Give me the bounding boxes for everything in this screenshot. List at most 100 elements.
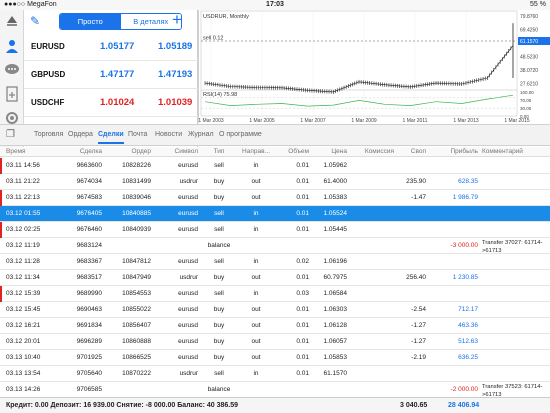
- table-row[interactable]: 03.12 20:01 9696289 10860888 eurusd buy out 0.…: [0, 334, 550, 350]
- cell-volume: 0.01: [296, 162, 309, 169]
- cell-dir: out: [251, 354, 261, 361]
- column-header-swap[interactable]: Своп: [398, 148, 426, 155]
- cell-profit: 628.35: [458, 178, 478, 185]
- table-row[interactable]: 03.12 15:39 9689990 10854553 eurusd sell in 0.…: [0, 286, 550, 302]
- cell-symbol: usdrur: [179, 178, 198, 185]
- cell-dir: out: [251, 178, 261, 185]
- price-chart[interactable]: USDRUR, Monthlysell 0.1279.876069.425058…: [199, 10, 550, 123]
- cell-symbol: eurusd: [178, 354, 198, 361]
- column-header-time[interactable]: Время: [6, 148, 56, 155]
- cell-deal: 9689990: [76, 290, 102, 297]
- cell-time: 03.11 14:56: [6, 162, 40, 169]
- tab-0[interactable]: Торговля: [34, 131, 63, 138]
- cell-swap: -1.27: [411, 322, 426, 329]
- cell-type: balance: [207, 386, 231, 393]
- summary-text: Кредит: 0.00 Депозит: 16 939.00 Снятие: …: [6, 402, 239, 409]
- chat-icon[interactable]: [3, 62, 21, 80]
- tab-3[interactable]: Почта: [128, 131, 147, 138]
- cell-order: 10828226: [122, 162, 151, 169]
- quote-row[interactable]: GBPUSD 1.47177 1.47193: [24, 61, 198, 89]
- quote-ask[interactable]: 1.05189: [158, 41, 192, 52]
- column-header-deal[interactable]: Сделка: [62, 148, 102, 155]
- tab-2[interactable]: Сделки: [98, 131, 124, 144]
- accounts-icon[interactable]: [3, 38, 21, 56]
- cell-volume: 0.01: [296, 210, 309, 217]
- cell-time: 03.12 15:45: [6, 306, 41, 313]
- cell-time: 03.13 10:40: [6, 354, 41, 361]
- x-tick-label: 1 Mar 2009: [351, 118, 377, 123]
- quote-row[interactable]: USDCHF 1.01024 1.01039: [24, 89, 198, 117]
- cell-volume: 0.01: [296, 322, 309, 329]
- commission-total: 3 040.65: [400, 402, 428, 409]
- table-row[interactable]: 03.12 16:21 9691834 10856407 eurusd buy out 0.…: [0, 318, 550, 334]
- cell-price: 61.4000: [323, 178, 348, 185]
- table-row[interactable]: 03.11 21:22 9674034 10831499 usdrur buy out 0.…: [0, 174, 550, 190]
- column-header-price[interactable]: Цена: [310, 148, 347, 155]
- cell-symbol: eurusd: [178, 306, 198, 313]
- cell-type: balance: [207, 242, 231, 249]
- quote-bid[interactable]: 1.05177: [100, 41, 134, 52]
- table-row[interactable]: 03.13 14:26 9706585 balance -2 000.00 Transf…: [0, 382, 550, 398]
- document-icon[interactable]: [3, 86, 21, 104]
- cell-deal: 9683367: [76, 258, 102, 265]
- column-header-order[interactable]: Ордер: [105, 148, 151, 155]
- column-header-commission[interactable]: Комиссия: [350, 148, 394, 155]
- cell-price: 1.05445: [323, 226, 348, 233]
- quote-bid[interactable]: 1.01024: [100, 97, 134, 108]
- table-row[interactable]: 03.12 02:25 9676460 10840939 eurusd sell in 0.…: [0, 222, 550, 238]
- quote-row[interactable]: EURUSD 1.05177 1.05189: [24, 33, 198, 61]
- pencil-icon[interactable]: ✎: [30, 14, 40, 28]
- row-marker: [0, 190, 2, 206]
- quote-bid[interactable]: 1.47177: [100, 69, 134, 80]
- tab-5[interactable]: Журнал: [188, 131, 214, 138]
- column-header-dir[interactable]: Направ...: [236, 148, 276, 155]
- tab-1[interactable]: Ордера: [68, 131, 93, 138]
- cell-symbol: eurusd: [178, 290, 198, 297]
- quotes-icon[interactable]: [3, 12, 21, 30]
- cell-deal: 9696289: [76, 338, 102, 345]
- copy-icon[interactable]: ❐: [6, 129, 15, 140]
- cell-order: 10856407: [122, 322, 151, 329]
- cell-profit: -2 000.00: [450, 386, 478, 393]
- table-row[interactable]: 03.12 11:34 9683517 10847949 usdrur buy out 0.…: [0, 270, 550, 286]
- cell-deal: 9676460: [76, 226, 102, 233]
- cell-symbol: usdrur: [179, 370, 198, 377]
- table-row[interactable]: 03.11 22:13 9674583 10839046 eurusd buy out 0.…: [0, 190, 550, 206]
- table-row[interactable]: 03.13 10:40 9701925 10866525 eurusd buy out 0.…: [0, 350, 550, 366]
- cell-deal: 9706585: [76, 386, 102, 393]
- column-header-profit[interactable]: Прибыль: [432, 148, 479, 155]
- quote-ask[interactable]: 1.47193: [158, 69, 192, 80]
- tab-simple[interactable]: Просто: [60, 14, 121, 29]
- tab-6[interactable]: О программе: [219, 131, 262, 138]
- chart-panel[interactable]: USDRUR, Monthlysell 0.1279.876069.425058…: [198, 10, 550, 123]
- column-header-type[interactable]: Тип: [204, 148, 234, 155]
- column-header-symbol[interactable]: Символ: [158, 148, 198, 155]
- cell-symbol: eurusd: [178, 210, 198, 217]
- add-symbol-icon[interactable]: +: [172, 10, 182, 30]
- table-row[interactable]: 03.12 11:28 9683367 10847812 eurusd sell in 0.…: [0, 254, 550, 270]
- column-header-volume[interactable]: Объем: [282, 148, 309, 155]
- table-row[interactable]: 03.12 11:19 9683124 balance -3 000.00 Transf…: [0, 238, 550, 254]
- rsi-tick-label: 30.00: [520, 106, 532, 111]
- cell-volume: 0.01: [296, 194, 309, 201]
- cell-volume: 0.03: [296, 290, 309, 297]
- cell-price: 1.05524: [323, 210, 348, 217]
- y-tick-label: 79.8760: [520, 14, 538, 20]
- table-row[interactable]: 03.13 13:54 9705640 10870222 usdrur sell in 0.…: [0, 366, 550, 382]
- table-row[interactable]: 03.11 14:56 9663600 10828226 eurusd sell in 0.…: [0, 158, 550, 174]
- cell-price: 1.06196: [323, 258, 348, 265]
- cell-dir: out: [251, 274, 261, 281]
- column-header-comment[interactable]: Комментарий: [482, 148, 548, 155]
- tab-4[interactable]: Новости: [155, 131, 182, 138]
- quote-ask[interactable]: 1.01039: [158, 97, 192, 108]
- cell-price: 1.06303: [323, 306, 348, 313]
- cell-time: 03.11 21:22: [6, 178, 40, 185]
- table-row[interactable]: 03.12 15:45 9690463 10855022 eurusd buy out 0.…: [0, 302, 550, 318]
- cell-order: 10854553: [122, 290, 151, 297]
- chart-title: USDRUR, Monthly: [203, 14, 249, 20]
- y-tick-label: 48.5230: [520, 55, 538, 61]
- cell-time: 03.12 15:39: [6, 290, 41, 297]
- cell-order: 10839046: [122, 194, 151, 201]
- table-row[interactable]: 03.12 01:55 9676405 10840885 eurusd sell in 0.…: [0, 206, 550, 222]
- x-tick-label: 1 Mar 2003: [199, 118, 224, 123]
